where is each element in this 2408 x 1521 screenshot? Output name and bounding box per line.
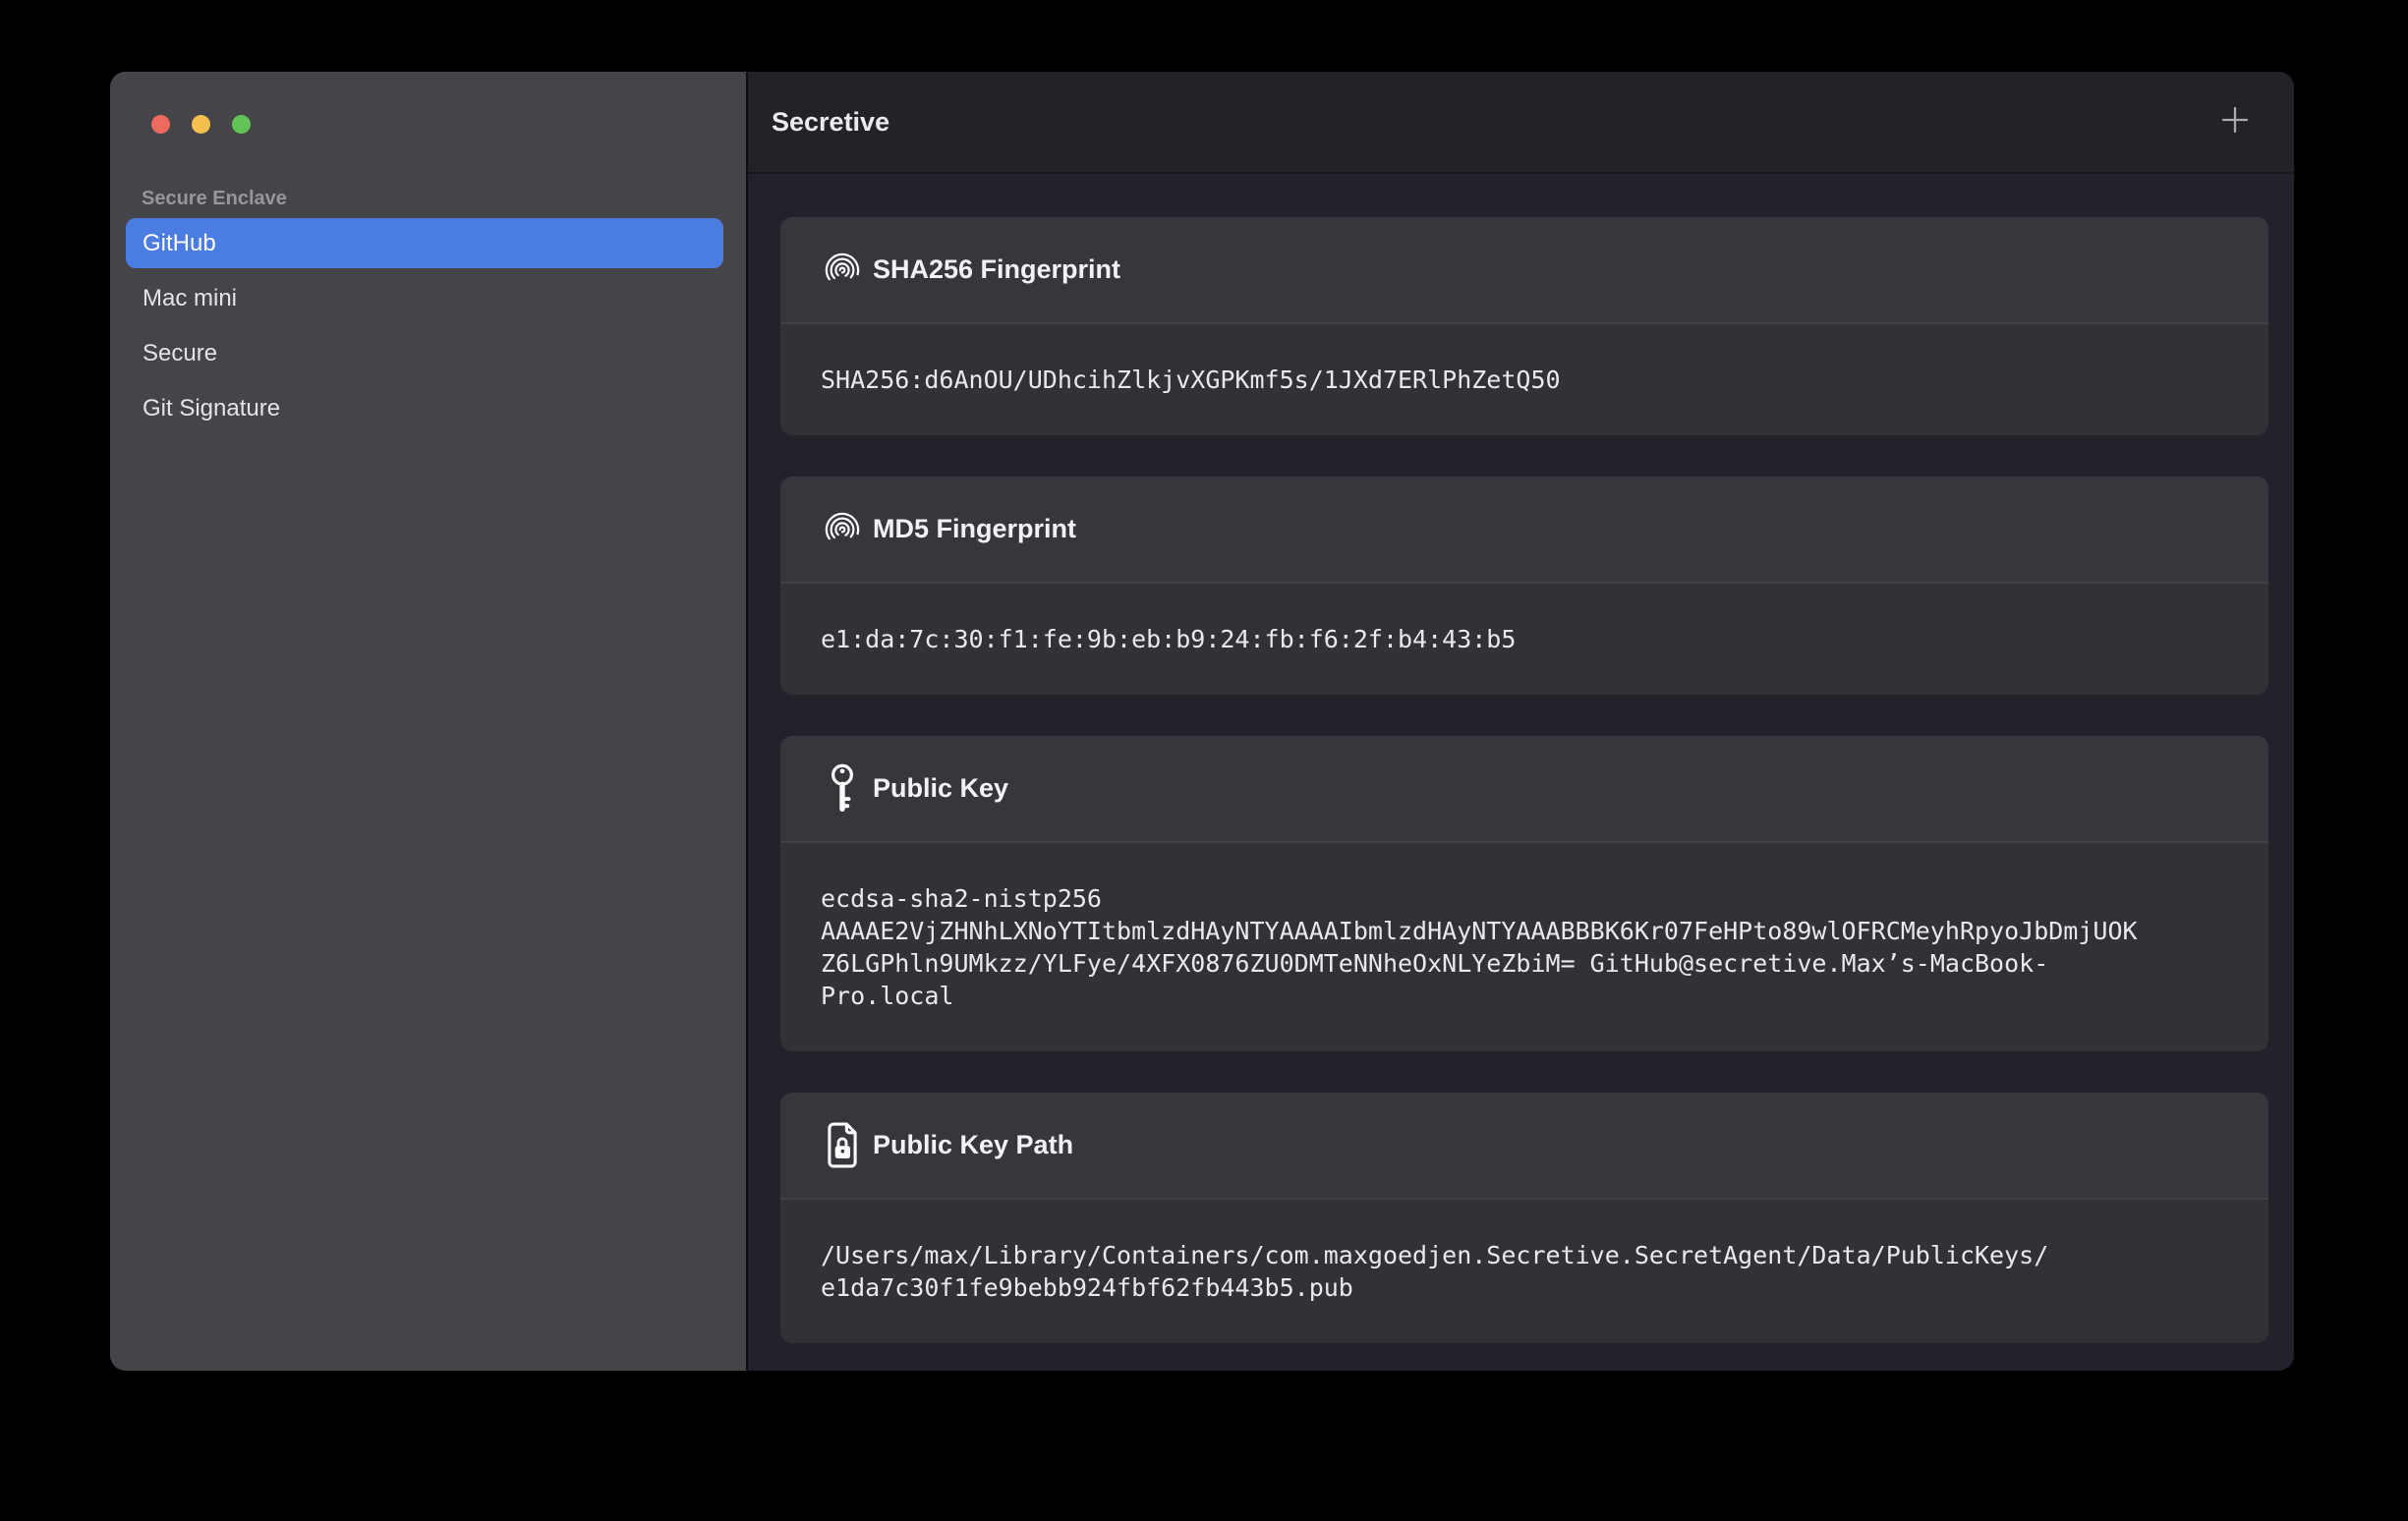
close-window-button[interactable] xyxy=(151,115,170,134)
card-sha256-fingerprint: SHA256 Fingerprint SHA256:d6AnOU/UDhcihZ… xyxy=(780,217,2268,435)
md5-fingerprint-value[interactable]: e1:da:7c:30:f1:fe:9b:eb:b9:24:fb:f6:2f:b… xyxy=(780,584,2268,695)
card-header: Public Key xyxy=(780,736,2268,843)
main-panel: Secretive xyxy=(748,72,2294,1371)
key-icon xyxy=(819,760,866,817)
title-bar: Secretive xyxy=(748,72,2294,174)
sha256-fingerprint-value[interactable]: SHA256:d6AnOU/UDhcihZlkjvXGPKmf5s/1JXd7E… xyxy=(780,324,2268,435)
sidebar: Secure Enclave GitHub Mac mini Secure Gi… xyxy=(110,72,748,1371)
public-key-path-value[interactable]: /Users/max/Library/Containers/com.maxgoe… xyxy=(780,1200,2268,1343)
sidebar-item-git-signature[interactable]: Git Signature xyxy=(126,383,723,433)
secret-detail-view: SHA256 Fingerprint SHA256:d6AnOU/UDhcihZ… xyxy=(748,174,2294,1371)
card-public-key-path: Public Key Path /Users/max/Library/Conta… xyxy=(780,1093,2268,1343)
sidebar-section-label: Secure Enclave xyxy=(142,186,717,211)
card-md5-fingerprint: MD5 Fingerprint e1:da:7c:30:f1:fe:9b:eb:… xyxy=(780,477,2268,695)
traffic-lights xyxy=(151,115,272,134)
sidebar-item-github[interactable]: GitHub xyxy=(126,218,723,268)
sidebar-list: GitHub Mac mini Secure Git Signature xyxy=(110,218,746,433)
card-title: MD5 Fingerprint xyxy=(873,514,1076,544)
page-title: Secretive xyxy=(772,107,889,138)
add-secret-button[interactable] xyxy=(2217,104,2253,140)
card-title: SHA256 Fingerprint xyxy=(873,254,1120,285)
sidebar-item-label: Mac mini xyxy=(143,285,237,312)
sidebar-item-label: Git Signature xyxy=(143,395,280,422)
sidebar-item-mac-mini[interactable]: Mac mini xyxy=(126,273,723,323)
plus-icon xyxy=(2219,104,2251,141)
card-title: Public Key Path xyxy=(873,1130,1073,1160)
card-header: SHA256 Fingerprint xyxy=(780,217,2268,324)
card-header: MD5 Fingerprint xyxy=(780,477,2268,584)
card-public-key: Public Key ecdsa-sha2-nistp256 AAAAE2VjZ… xyxy=(780,736,2268,1051)
zoom-window-button[interactable] xyxy=(232,115,251,134)
sidebar-item-secure[interactable]: Secure xyxy=(126,328,723,378)
fingerprint-icon xyxy=(819,501,866,558)
lock-doc-icon xyxy=(819,1117,866,1174)
card-header: Public Key Path xyxy=(780,1093,2268,1200)
sidebar-item-label: GitHub xyxy=(143,230,216,257)
card-title: Public Key xyxy=(873,773,1008,804)
minimize-window-button[interactable] xyxy=(192,115,210,134)
fingerprint-icon xyxy=(819,242,866,299)
sidebar-item-label: Secure xyxy=(143,340,217,367)
app-window: Secure Enclave GitHub Mac mini Secure Gi… xyxy=(110,72,2294,1371)
public-key-value[interactable]: ecdsa-sha2-nistp256 AAAAE2VjZHNhLXNoYTIt… xyxy=(780,843,2268,1051)
